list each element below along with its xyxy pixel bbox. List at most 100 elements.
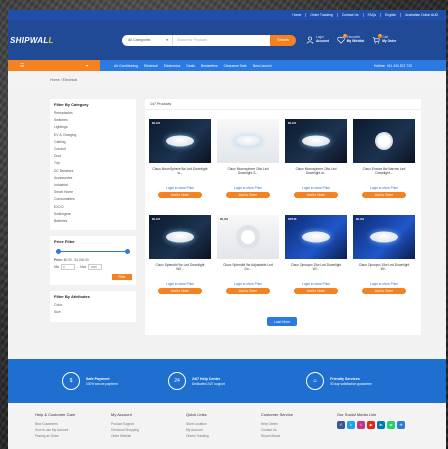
- nav-item[interactable]: Clearance Sale: [224, 64, 247, 68]
- footer-link[interactable]: Placing an Order: [35, 433, 75, 439]
- category-item[interactable]: Switches: [54, 117, 132, 124]
- telegram-icon[interactable]: ✈: [397, 421, 405, 429]
- category-item[interactable]: Receptacles: [54, 110, 132, 117]
- linkedin-icon[interactable]: in: [377, 421, 385, 429]
- attribute-item[interactable]: Size: [54, 309, 132, 316]
- top-link[interactable]: Australian Dollar AUD: [400, 13, 442, 17]
- twitter-icon[interactable]: t: [347, 421, 355, 429]
- product-image[interactable]: DLUX: [353, 215, 415, 259]
- nav-item[interactable]: Air Conditioning: [114, 64, 138, 68]
- facebook-icon[interactable]: f: [337, 421, 345, 429]
- add-to-order-button[interactable]: Add to Order: [294, 288, 338, 294]
- category-item[interactable]: Switchgear: [54, 211, 132, 218]
- login-to-show-price[interactable]: Login to show Price: [302, 186, 330, 190]
- price-slider[interactable]: [56, 248, 130, 254]
- search-input[interactable]: Search for Products: [172, 34, 270, 46]
- product-card[interactable]: Clsux Encore 8w Narrow Led Downlight... L…: [353, 119, 415, 209]
- add-to-order-button[interactable]: Add to Order: [226, 192, 270, 198]
- add-to-order-button[interactable]: Add to Order: [294, 192, 338, 198]
- product-name[interactable]: Clsux Encore 8w Narrow Led Downlight...: [356, 167, 412, 180]
- login-to-show-price[interactable]: Login to show Price: [370, 186, 398, 190]
- top-link[interactable]: Order Tracking: [305, 13, 336, 17]
- product-card[interactable]: DLUX Clsux MoonSphere 8w Led Downlight w.…: [149, 119, 211, 209]
- product-name[interactable]: Clsux Splendid 9w Adjustable Led Do...: [220, 263, 276, 276]
- category-item[interactable]: Lightings: [54, 124, 132, 131]
- whatsapp-icon[interactable]: w: [387, 421, 395, 429]
- wishlist-link[interactable]: 0 Favourite My Wishlist: [337, 34, 364, 44]
- footer-link[interactable]: Order Wishlist: [111, 433, 139, 439]
- top-link[interactable]: FAQs: [362, 13, 380, 17]
- top-link[interactable]: Contact Us: [336, 13, 363, 17]
- downlight-image: [166, 135, 194, 147]
- product-image[interactable]: DLUX: [149, 215, 211, 259]
- product-card[interactable]: Clsux Moonsphere 15w Led Downlight S... L…: [217, 119, 279, 209]
- price-slider-max-handle[interactable]: [125, 248, 130, 254]
- product-card[interactable]: OPUS Clsux Opsopro 15w Led Downlight W/..…: [285, 215, 347, 305]
- category-item[interactable]: Accessories: [54, 175, 132, 182]
- add-to-order-button[interactable]: Add to Order: [362, 288, 406, 294]
- category-item[interactable]: EV & Charging: [54, 132, 132, 139]
- product-card[interactable]: DLUX Clsux Splendid 9w Adjustable Led Do.…: [217, 215, 279, 305]
- login-to-show-price[interactable]: Login to show Price: [234, 186, 262, 190]
- features-band: $ Safe Payment 100% secure payment 24 24/7 H…: [8, 359, 446, 403]
- category-item[interactable]: Conduit: [54, 146, 132, 153]
- category-item[interactable]: EXCO: [54, 204, 132, 211]
- add-to-order-button[interactable]: Add to Order: [226, 288, 270, 294]
- add-to-order-button[interactable]: Add to Order: [362, 192, 406, 198]
- cart-link[interactable]: 0 Cart My Order: [372, 34, 396, 44]
- product-card[interactable]: DLUX Clsux Moonsphere 15w Led Downlight w…: [285, 119, 347, 209]
- max-price-input[interactable]: 1000: [88, 264, 103, 271]
- product-card[interactable]: DLUX Clsux Splendid 9w Led Downlight W/l.…: [149, 215, 211, 305]
- logo[interactable]: SHIPWALL: [10, 36, 120, 45]
- top-link[interactable]: Home: [288, 13, 305, 17]
- min-price-input[interactable]: 0: [61, 264, 76, 271]
- product-name[interactable]: Clsux MoonSphere 8w Led Downlight w...: [152, 167, 208, 180]
- category-select[interactable]: All Categories ▾: [122, 34, 172, 46]
- nav-item[interactable]: Electrical: [144, 64, 158, 68]
- add-to-order-button[interactable]: Add to Order: [158, 288, 202, 294]
- product-image[interactable]: [353, 119, 415, 163]
- nav-item[interactable]: New Launch: [253, 64, 272, 68]
- category-item[interactable]: Duct: [54, 153, 132, 160]
- filter-button[interactable]: Filter: [112, 274, 132, 281]
- footer-link[interactable]: Orders Tracking: [186, 433, 209, 439]
- search-button[interactable]: Search: [270, 34, 296, 46]
- login-to-show-price[interactable]: Login to show Price: [302, 282, 330, 286]
- category-item[interactable]: Consumables: [54, 196, 132, 203]
- login-to-show-price[interactable]: Login to show Price: [370, 282, 398, 286]
- product-name[interactable]: Clsux Moonsphere 15w Led Downlight S...: [220, 167, 276, 180]
- category-item[interactable]: Smart Home: [54, 189, 132, 196]
- attribute-item[interactable]: Color: [54, 302, 132, 309]
- product-image[interactable]: DLUX: [217, 215, 279, 259]
- load-more-button[interactable]: Load More: [267, 317, 297, 326]
- category-item[interactable]: Cabling: [54, 139, 132, 146]
- nav-item[interactable]: Electronics: [164, 64, 181, 68]
- category-item[interactable]: DC Breakers: [54, 168, 132, 175]
- account-link[interactable]: Login Account: [306, 35, 329, 44]
- product-name[interactable]: Clsux Moonsphere 15w Led Downlight w...: [288, 167, 344, 180]
- product-name[interactable]: Clsux Opsopro 15w Led Downlight W/...: [356, 263, 412, 276]
- product-image[interactable]: [217, 119, 279, 163]
- product-image[interactable]: DLUX: [285, 119, 347, 163]
- product-card[interactable]: DLUX Clsux Opsopro 15w Led Downlight W/..…: [353, 215, 415, 305]
- category-item[interactable]: Industrial: [54, 182, 132, 189]
- login-to-show-price[interactable]: Login to show Price: [166, 186, 194, 190]
- nav-item[interactable]: Bestsellers: [201, 64, 218, 68]
- category-item[interactable]: Trip: [54, 160, 132, 167]
- categories-menu-button[interactable]: ☰ ▾: [8, 60, 100, 71]
- product-image[interactable]: OPUS: [285, 215, 347, 259]
- category-item[interactable]: Batteries: [54, 218, 132, 225]
- instagram-icon[interactable]: i: [357, 421, 365, 429]
- login-to-show-price[interactable]: Login to show Price: [234, 282, 262, 286]
- price-slider-min-handle[interactable]: [56, 248, 61, 254]
- login-to-show-price[interactable]: Login to show Price: [166, 282, 194, 286]
- add-to-order-button[interactable]: Add to Order: [158, 192, 202, 198]
- youtube-icon[interactable]: ▶: [367, 421, 375, 429]
- nav-item[interactable]: Deals: [186, 64, 195, 68]
- top-link[interactable]: English: [380, 13, 400, 17]
- footer-link[interactable]: Report Abuse: [261, 433, 293, 439]
- product-name[interactable]: Clsux Opsopro 15w Led Downlight W/...: [288, 263, 344, 276]
- product-name[interactable]: Clsux Splendid 9w Led Downlight W/l...: [152, 263, 208, 276]
- support-24-icon: 24: [168, 372, 186, 390]
- product-image[interactable]: DLUX: [149, 119, 211, 163]
